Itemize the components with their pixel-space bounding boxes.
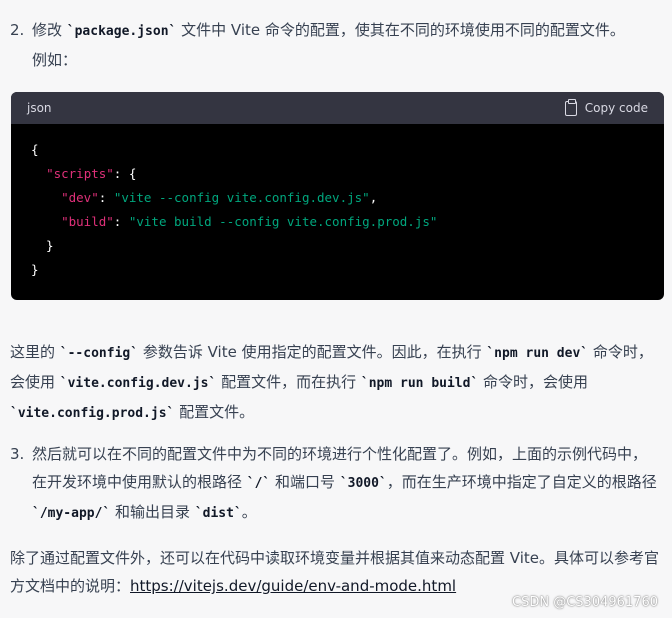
- text-segment: 例如：: [32, 51, 78, 69]
- docs-link[interactable]: https://vitejs.dev/guide/env-and-mode.ht…: [130, 577, 456, 595]
- code-punct: : {: [113, 166, 137, 181]
- code-block: json Copy code { "scripts": { "dev": "vi…: [11, 92, 664, 300]
- code-line: {: [31, 142, 39, 157]
- code-line: }: [31, 238, 54, 253]
- list-number: 2.: [10, 21, 25, 39]
- final-paragraph: 除了通过配置文件外，还可以在代码中读取环境变量并根据其值来动态配置 Vite。具…: [10, 544, 660, 600]
- text-segment: 和端口号: [270, 473, 340, 491]
- clipboard-icon: [564, 98, 577, 116]
- explanation-paragraph: 这里的 `--config` 参数告诉 Vite 使用指定的配置文件。因此，在执…: [10, 338, 660, 428]
- copy-code-button[interactable]: Copy code: [564, 98, 648, 116]
- copy-code-label: Copy code: [584, 101, 648, 115]
- code-key: "build": [61, 214, 114, 229]
- text-segment: 文件中 Vite 命令的配置，使其在不同的环境使用不同的配置文件。: [176, 21, 625, 39]
- text-segment: 。: [241, 503, 257, 521]
- inline-code-dist: `dist`: [194, 506, 242, 521]
- text-segment: 命令时，会使用: [478, 373, 589, 391]
- text-segment: 修改: [32, 21, 67, 39]
- csdn-watermark: CSDN @CS304961760: [512, 595, 658, 610]
- inline-code-prod-config: `vite.config.prod.js`: [10, 406, 175, 421]
- code-punct: :: [113, 214, 129, 229]
- code-key: "scripts": [46, 166, 114, 181]
- list-item-step-3: 3. 然后就可以在不同的配置文件中为不同的环境进行个性化配置了。例如，上面的示例…: [10, 440, 660, 528]
- code-block-content: { "scripts": { "dev": "vite --config vit…: [11, 124, 664, 296]
- inline-code-dev-config: `vite.config.dev.js`: [59, 376, 217, 391]
- list-number: 3.: [10, 445, 25, 463]
- list-item-step-2: 2. 修改 `package.json` 文件中 Vite 命令的配置，使其在不…: [10, 16, 660, 74]
- step-3-text: 然后就可以在不同的配置文件中为不同的环境进行个性化配置了。例如，上面的示例代码中…: [32, 440, 660, 528]
- text-segment: 这里的: [10, 343, 60, 361]
- text-segment: ，而在生产环境中指定了自定义的根路径: [386, 473, 657, 491]
- code-string: "vite build --config vite.config.prod.js…: [128, 214, 438, 229]
- inline-code-npm-run-build: `npm run build`: [360, 376, 479, 391]
- inline-code-config: `--config`: [59, 346, 139, 361]
- code-line: }: [31, 262, 39, 277]
- text-segment: 配置文件。: [174, 403, 255, 421]
- code-punct: ,: [369, 190, 378, 205]
- code-punct: :: [98, 190, 114, 205]
- step-2-text: 修改 `package.json` 文件中 Vite 命令的配置，使其在不同的环…: [32, 16, 660, 74]
- text-segment: 配置文件，而在执行: [216, 373, 361, 391]
- code-string: "vite --config vite.config.dev.js": [113, 190, 370, 205]
- inline-code-my-app: `/my-app/`: [32, 506, 111, 521]
- code-block-header: json Copy code: [11, 92, 664, 124]
- inline-code-package-json: `package.json`: [66, 24, 177, 39]
- code-language-label: json: [27, 101, 52, 115]
- inline-code-root: `/`: [246, 476, 271, 491]
- code-key: "dev": [61, 190, 99, 205]
- text-segment: 参数告诉 Vite 使用指定的配置文件。因此，在执行: [138, 343, 487, 361]
- text-segment: 和输出目录: [110, 503, 195, 521]
- inline-code-port: `3000`: [339, 476, 387, 491]
- inline-code-npm-run-dev: `npm run dev`: [486, 346, 589, 361]
